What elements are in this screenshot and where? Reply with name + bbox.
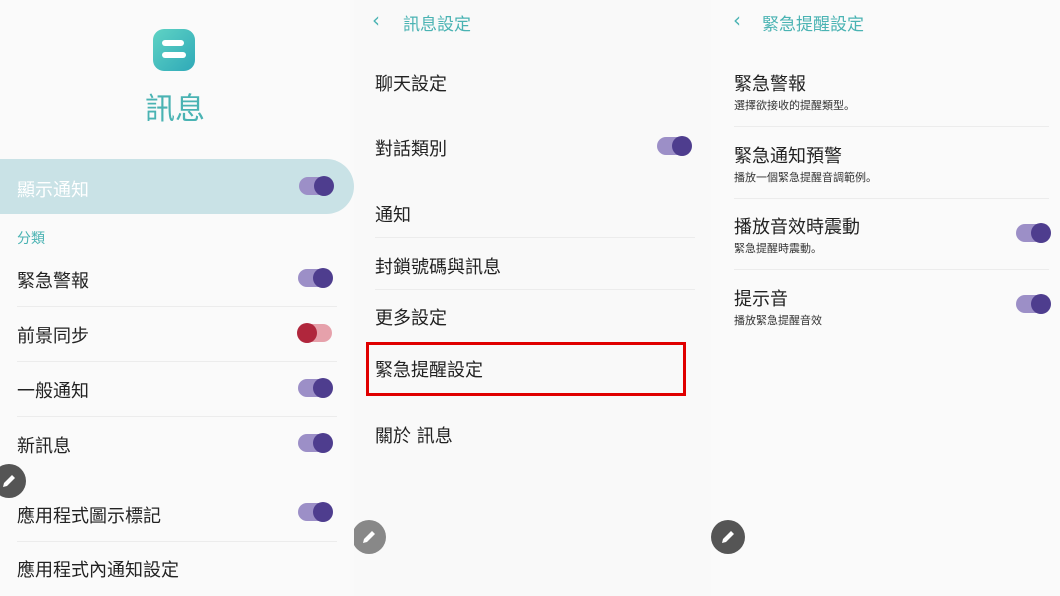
back-arrow-icon[interactable]: ‹ xyxy=(372,8,380,32)
item-label: 前景同步 xyxy=(17,326,89,347)
message-settings-panel: ‹ 訊息設定 聊天設定 對話類別 通知 封鎖號碼與訊息 更多設定 緊急提醒設定 … xyxy=(354,0,711,596)
emergency-alerts-toggle[interactable] xyxy=(298,268,333,288)
item-label: 播放音效時震動 xyxy=(734,217,860,238)
page-header: 緊急提醒設定 xyxy=(762,15,864,35)
edit-fab[interactable] xyxy=(354,520,386,554)
item-description: 播放一個緊急提醒音調範例。 xyxy=(734,171,877,184)
pencil-icon xyxy=(363,531,375,543)
about-messages-item[interactable]: 關於 訊息 xyxy=(375,422,453,448)
item-label: 新訊息 xyxy=(17,436,71,457)
divider xyxy=(734,198,1049,199)
app-title: 訊息 xyxy=(145,92,205,127)
item-description: 緊急提醒時震動。 xyxy=(734,242,822,255)
app-badge-toggle[interactable] xyxy=(298,502,333,522)
emergency-alert-settings-panel: ‹ 緊急提醒設定 緊急警報 選擇欲接收的提醒類型。 緊急通知預警 播放一個緊急提… xyxy=(711,0,1060,596)
app-logo-icon xyxy=(153,29,195,71)
show-notifications-toggle[interactable] xyxy=(299,176,334,196)
foreground-sync-toggle[interactable] xyxy=(297,323,332,343)
divider xyxy=(17,306,337,307)
emergency-alert-settings-item[interactable]: 緊急提醒設定 xyxy=(375,356,483,382)
divider xyxy=(375,237,695,238)
edit-fab[interactable] xyxy=(0,464,26,498)
pencil-icon xyxy=(722,531,734,543)
divider xyxy=(734,126,1049,127)
vibrate-toggle[interactable] xyxy=(1016,223,1051,243)
edit-fab[interactable] xyxy=(711,520,745,554)
item-description: 播放緊急提醒音效 xyxy=(734,314,822,327)
item-label: 應用程式內通知設定 xyxy=(17,560,179,581)
divider xyxy=(17,361,337,362)
chat-settings-item[interactable]: 聊天設定 xyxy=(375,70,447,96)
item-label: 緊急警報 xyxy=(734,74,806,95)
item-label: 應用程式圖示標記 xyxy=(17,506,161,527)
more-settings-item[interactable]: 更多設定 xyxy=(375,304,447,330)
item-description: 選擇欲接收的提醒類型。 xyxy=(734,99,855,112)
divider xyxy=(17,416,337,417)
item-label: 對話類別 xyxy=(375,139,447,160)
page-header: 訊息設定 xyxy=(403,15,471,35)
show-notifications-label: 顯示通知 xyxy=(17,180,89,201)
back-arrow-icon[interactable]: ‹ xyxy=(733,8,741,32)
alert-tone-toggle[interactable] xyxy=(1016,294,1051,314)
item-label: 提示音 xyxy=(734,289,788,310)
divider xyxy=(17,541,337,542)
general-notifications-toggle[interactable] xyxy=(298,378,333,398)
item-label: 緊急警報 xyxy=(17,271,89,292)
pencil-icon xyxy=(3,475,15,487)
divider xyxy=(734,269,1049,270)
notifications-item[interactable]: 通知 xyxy=(375,201,411,227)
divider xyxy=(375,289,695,290)
section-label: 分類 xyxy=(17,231,45,247)
item-label: 緊急通知預警 xyxy=(734,146,842,167)
block-numbers-item[interactable]: 封鎖號碼與訊息 xyxy=(375,253,501,279)
new-message-toggle[interactable] xyxy=(298,433,333,453)
item-label: 一般通知 xyxy=(17,381,89,402)
messages-app-panel: 訊息 顯示通知 分類 緊急警報 前景同步 一般通知 新訊息 應用程式圖示標記 應… xyxy=(0,0,354,596)
conversation-category-toggle[interactable] xyxy=(657,136,692,156)
show-notifications-row[interactable]: 顯示通知 xyxy=(0,159,354,214)
